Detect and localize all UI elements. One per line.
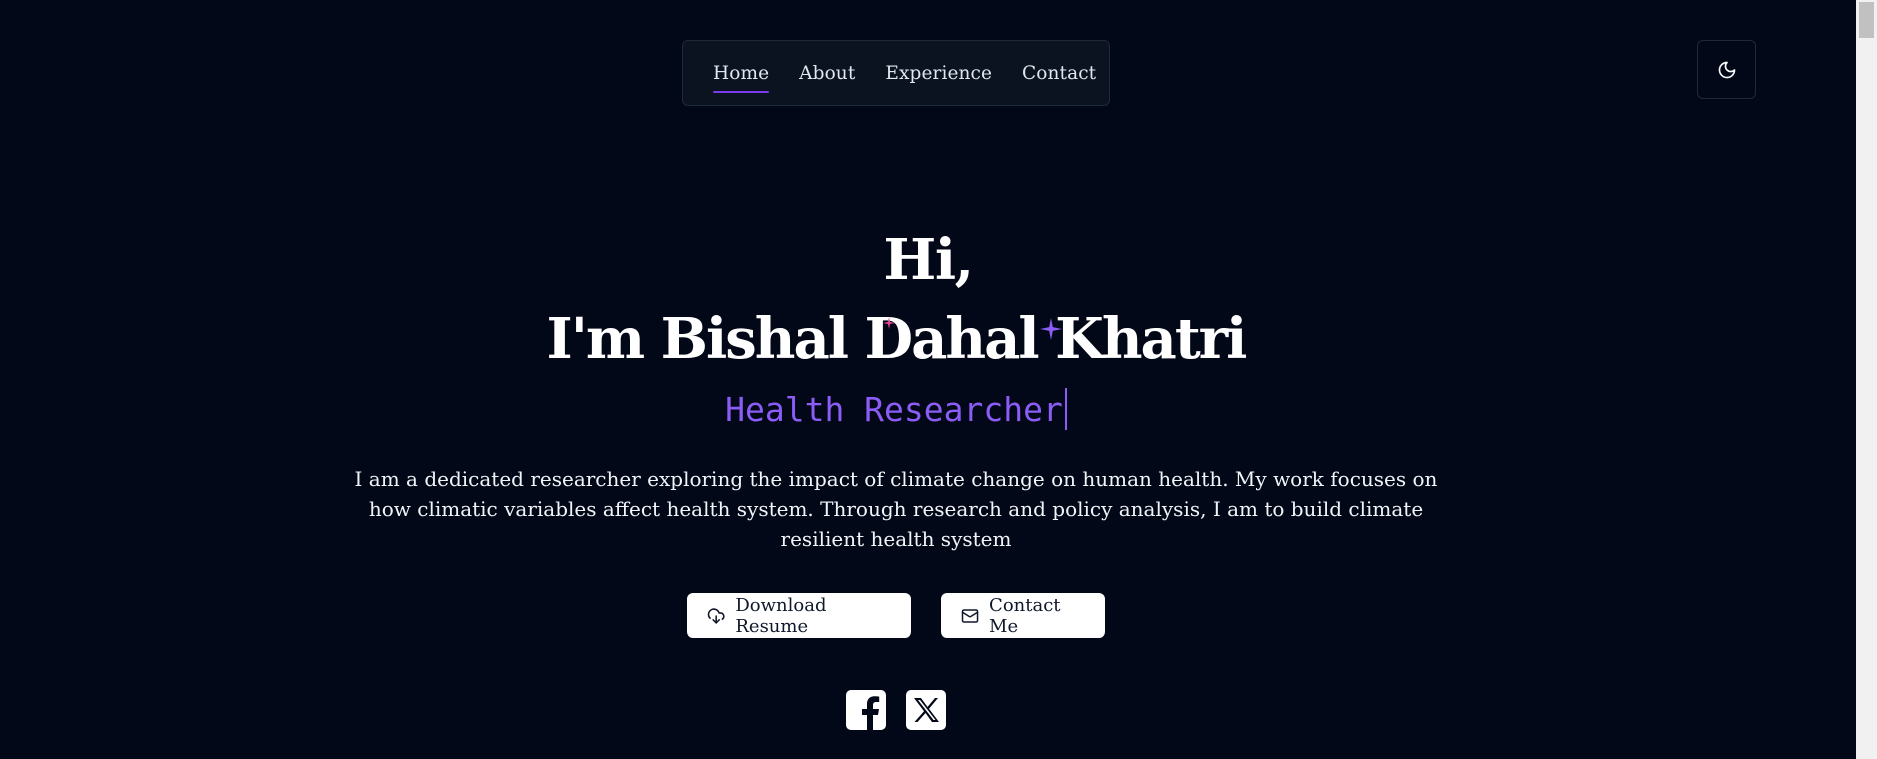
cloud-download-icon [707, 607, 725, 624]
nav-experience[interactable]: Experience [885, 63, 992, 84]
nav-about[interactable]: About [799, 63, 855, 84]
nav-contact[interactable]: Contact [1022, 63, 1096, 84]
hero-name: I'm Bishal Dahal Khatri [546, 306, 1248, 372]
contact-me-label: Contact Me [989, 594, 1061, 637]
contact-me-button[interactable]: Contact Me [941, 593, 1105, 638]
moon-icon [1718, 61, 1735, 78]
hero-greeting: Hi, [883, 227, 974, 293]
hero-bio: I am a dedicated researcher exploring th… [354, 467, 1438, 551]
main-nav: Home About Experience Contact [682, 40, 1110, 106]
role-text: Health Researcher [725, 390, 1063, 429]
sparkle-icon [1040, 318, 1062, 340]
hero-role: Health Researcher [0, 387, 1792, 432]
social-links [0, 690, 1792, 730]
download-resume-label: Download Resume [735, 594, 827, 637]
scrollbar-thumb[interactable] [1859, 2, 1874, 38]
typing-cursor [1064, 387, 1067, 430]
x-twitter-icon[interactable] [906, 690, 946, 730]
hero-actions: Download Resume Contact Me [0, 593, 1792, 638]
theme-toggle-button[interactable] [1697, 40, 1756, 99]
mail-icon [961, 608, 979, 623]
facebook-icon[interactable] [846, 690, 886, 730]
sparkle-icon [883, 317, 895, 329]
download-resume-button[interactable]: Download Resume [687, 593, 911, 638]
page-scrollbar[interactable] [1856, 0, 1877, 759]
nav-home[interactable]: Home [713, 63, 770, 93]
portfolio-page: Home About Experience Contact Hi, I'm Bi… [0, 0, 1877, 759]
